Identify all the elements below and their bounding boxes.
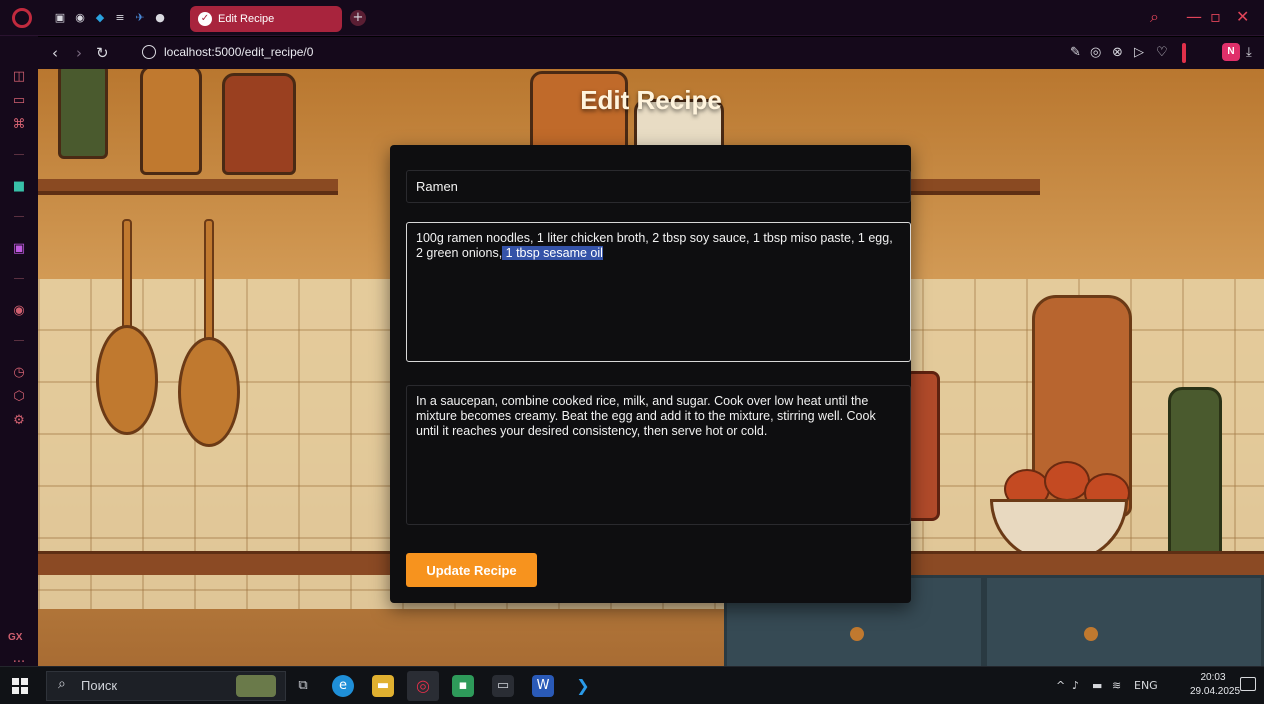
favorites-heart-icon[interactable]: ♡ (1156, 44, 1168, 62)
clock-time: 20:03 (1200, 672, 1226, 683)
tomato-decor (1044, 461, 1090, 501)
search-highlight-image-icon[interactable] (236, 675, 276, 697)
sidebar-gx-label[interactable]: GX (8, 632, 22, 643)
instructions-textarea[interactable]: In a saucepan, combine cooked rice, milk… (406, 385, 911, 525)
tab-edit-recipe[interactable]: ✓ Edit Recipe (190, 6, 342, 32)
minimize-icon[interactable]: — (1186, 8, 1202, 26)
browser-titlebar: ▣ ◉ ◆ ≡ ✈ ● ✓ Edit Recipe + ⌕ — ▫ ✕ (0, 0, 1264, 36)
maximize-icon[interactable]: ▫ (1210, 8, 1221, 26)
page-title: Edit Recipe (580, 85, 722, 115)
taskbar-clock[interactable]: 20:03 29.04.2025 (1190, 671, 1241, 699)
ingredients-textarea[interactable]: 100g ramen noodles, 1 liter chicken brot… (406, 222, 911, 362)
browser-sidebar: ◫ ▭ ⌘ ■ ▣ ◉ ◷ ⬡ ⚙ GX ... (0, 36, 38, 666)
sidebar-twitch-icon[interactable]: ▣ (10, 240, 28, 258)
forward-icon[interactable]: › (76, 44, 82, 62)
pinned-tab-docker-icon[interactable]: ≡ (112, 10, 128, 26)
pinned-tab-github-icon[interactable]: ◉ (72, 10, 88, 26)
volume-icon[interactable]: ♪ (1072, 679, 1079, 692)
sidebar-screenshot-icon[interactable]: ▭ (10, 92, 28, 110)
sidebar-separator (14, 340, 24, 341)
notifications-icon[interactable] (1240, 677, 1256, 691)
cabinet-knob-decor (850, 627, 864, 641)
sidebar-extension-icon[interactable]: ⌘ (10, 116, 28, 134)
search-icon: ⌕ (58, 676, 66, 692)
pinned-tab-telegram-icon[interactable]: ◆ (92, 10, 108, 26)
ingredients-text: 100g ramen noodles, 1 liter chicken brot… (416, 231, 897, 260)
sidebar-app-icon[interactable]: ■ (10, 178, 28, 196)
profile-avatar[interactable]: N (1222, 43, 1240, 61)
windows-start-icon[interactable] (12, 678, 28, 694)
windows-taskbar: Поиск ⌕ ⧉ e ▬ ◎ ▪ ▭ W ❯ ^ ♪ ▬ ≋ ENG 20:0… (0, 666, 1264, 704)
pinned-tab-screenshot-icon[interactable]: ▣ (52, 10, 68, 26)
update-recipe-button[interactable]: Update Recipe (406, 553, 537, 587)
word-icon[interactable]: W (532, 675, 554, 697)
ingredients-selected-text: 1 tbsp sesame oil (502, 246, 603, 260)
terminal-icon[interactable]: ▭ (492, 675, 514, 697)
game-app-icon[interactable]: ▪ (452, 675, 474, 697)
pinned-tab-circle-icon[interactable]: ● (152, 10, 168, 26)
network-icon[interactable]: ≋ (1112, 679, 1121, 692)
url-field[interactable]: localhost:5000/edit_recipe/0 (164, 45, 313, 59)
divider-accent (1182, 43, 1186, 63)
language-indicator[interactable]: ENG (1134, 679, 1158, 692)
right-shelf-decor (910, 179, 1040, 195)
snapshot-edit-icon[interactable]: ✎ (1070, 44, 1081, 62)
new-tab-button[interactable]: + (350, 10, 366, 26)
vpn-icon[interactable]: ⊗ (1112, 44, 1123, 62)
reload-icon[interactable]: ↻ (96, 44, 109, 62)
wine-bottle-decor (1168, 387, 1222, 577)
spoon-bowl-decor (96, 325, 158, 435)
sidebar-aria-icon[interactable]: ◫ (10, 68, 28, 86)
opera-gx-taskbar-icon[interactable]: ◎ (412, 675, 434, 697)
edge-browser-icon[interactable]: e (332, 675, 354, 697)
cabinet-decor (984, 575, 1264, 666)
vscode-icon[interactable]: ❯ (572, 675, 594, 697)
search-tabs-icon[interactable]: ⌕ (1150, 8, 1159, 26)
sidebar-history-icon[interactable]: ◷ (10, 364, 28, 382)
cabinet-knob-decor (1084, 627, 1098, 641)
back-icon[interactable]: ‹ (52, 44, 58, 62)
clock-date: 29.04.2025 (1190, 686, 1241, 697)
spoon-bowl-decor (178, 337, 240, 447)
pinned-tab-bird-icon[interactable]: ✈ (132, 10, 148, 26)
sidebar-cube-icon[interactable]: ⬡ (10, 388, 28, 406)
opera-logo-icon[interactable] (12, 8, 32, 28)
sidebar-separator (14, 278, 24, 279)
left-shelf-decor (38, 179, 338, 195)
page-viewport: Edit Recipe 100g ramen noodles, 1 liter … (38, 69, 1264, 666)
edit-recipe-form: 100g ramen noodles, 1 liter chicken brot… (390, 145, 911, 603)
sidebar-separator (14, 154, 24, 155)
camera-icon[interactable]: ◎ (1090, 44, 1101, 62)
close-icon[interactable]: ✕ (1236, 8, 1249, 26)
player-icon[interactable]: ▷ (1134, 44, 1144, 62)
battery-icon[interactable]: ▬ (1092, 679, 1102, 692)
site-info-icon[interactable] (142, 45, 156, 59)
file-explorer-icon[interactable]: ▬ (372, 675, 394, 697)
sidebar-player-icon[interactable]: ◉ (10, 302, 28, 320)
recipe-name-input[interactable] (406, 170, 911, 203)
globe-icon: ✓ (198, 12, 212, 26)
sidebar-separator (14, 216, 24, 217)
task-view-icon[interactable]: ⧉ (292, 675, 314, 697)
tray-expand-icon[interactable]: ^ (1056, 679, 1065, 692)
address-bar: ‹ › ↻ localhost:5000/edit_recipe/0 ✎ ◎ ⊗… (38, 37, 1264, 69)
sidebar-settings-icon[interactable]: ⚙ (10, 412, 28, 430)
tab-title: Edit Recipe (218, 13, 275, 25)
download-icon[interactable]: ⤓ (1246, 44, 1252, 62)
